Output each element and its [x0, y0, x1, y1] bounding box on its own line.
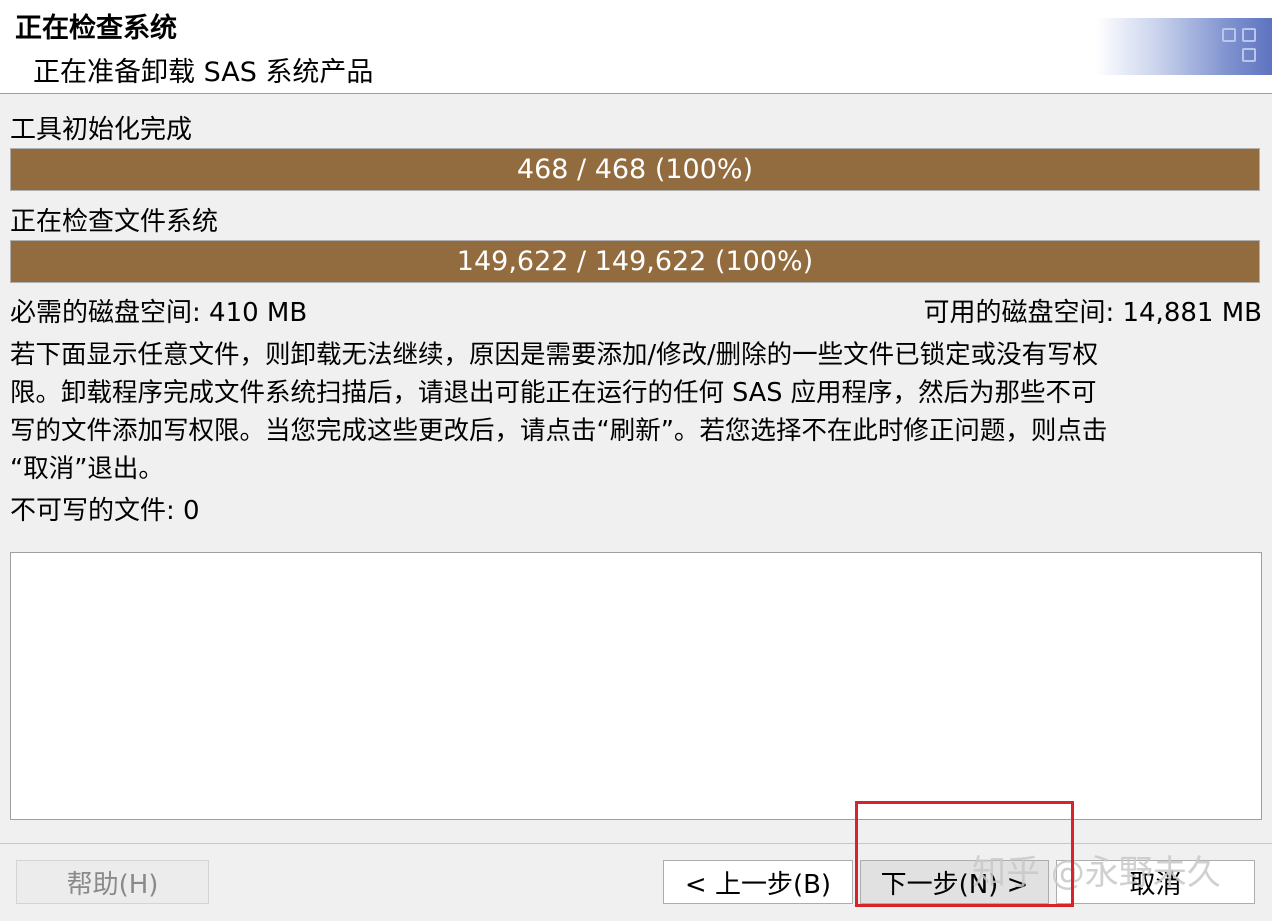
- available-disk-space: 可用的磁盘空间: 14,881 MB: [923, 298, 1262, 328]
- tool-init-progress-text: 468 / 468 (100%): [516, 154, 754, 185]
- unwritable-files-label: 不可写的文件: 0: [10, 496, 200, 526]
- page-title: 正在检查系统: [15, 13, 177, 44]
- next-button[interactable]: 下一步(N) >: [860, 860, 1049, 904]
- instructions-line: 限。卸载程序完成文件系统扫描后，请退出可能正在运行的任何 SAS 应用程序，然后…: [10, 378, 1097, 408]
- cancel-button[interactable]: 取消: [1056, 860, 1255, 904]
- logo-square-icon: [1242, 48, 1256, 62]
- tool-init-progress-bar: 468 / 468 (100%): [10, 148, 1260, 191]
- instructions-line: 若下面显示任意文件，则卸载无法继续，原因是需要添加/修改/删除的一些文件已锁定或…: [10, 340, 1099, 370]
- unwritable-file-list[interactable]: [10, 552, 1262, 820]
- file-check-progress-bar: 149,622 / 149,622 (100%): [10, 240, 1260, 283]
- instructions-line: 写的文件添加写权限。当您完成这些更改后，请点击“刷新”。若您选择不在此时修正问题…: [10, 416, 1108, 446]
- file-check-label: 正在检查文件系统: [10, 207, 219, 237]
- file-check-progress-text: 149,622 / 149,622 (100%): [456, 246, 814, 277]
- instructions-line: “取消”退出。: [10, 454, 164, 484]
- back-button[interactable]: < 上一步(B): [663, 860, 853, 904]
- required-disk-space: 必需的磁盘空间: 410 MB: [10, 298, 308, 328]
- help-button[interactable]: 帮助(H): [16, 860, 209, 904]
- footer-divider: [0, 843, 1272, 844]
- instructions-text: 若下面显示任意文件，则卸载无法继续，原因是需要添加/修改/删除的一些文件已锁定或…: [10, 336, 1255, 488]
- tool-init-label: 工具初始化完成: [10, 115, 193, 145]
- sas-logo-icon: [1096, 18, 1272, 75]
- header-banner: 正在检查系统 正在准备卸载 SAS 系统产品: [0, 0, 1272, 94]
- page-subtitle: 正在准备卸载 SAS 系统产品: [33, 57, 374, 88]
- logo-square-icon: [1222, 28, 1236, 42]
- logo-square-icon: [1242, 28, 1256, 42]
